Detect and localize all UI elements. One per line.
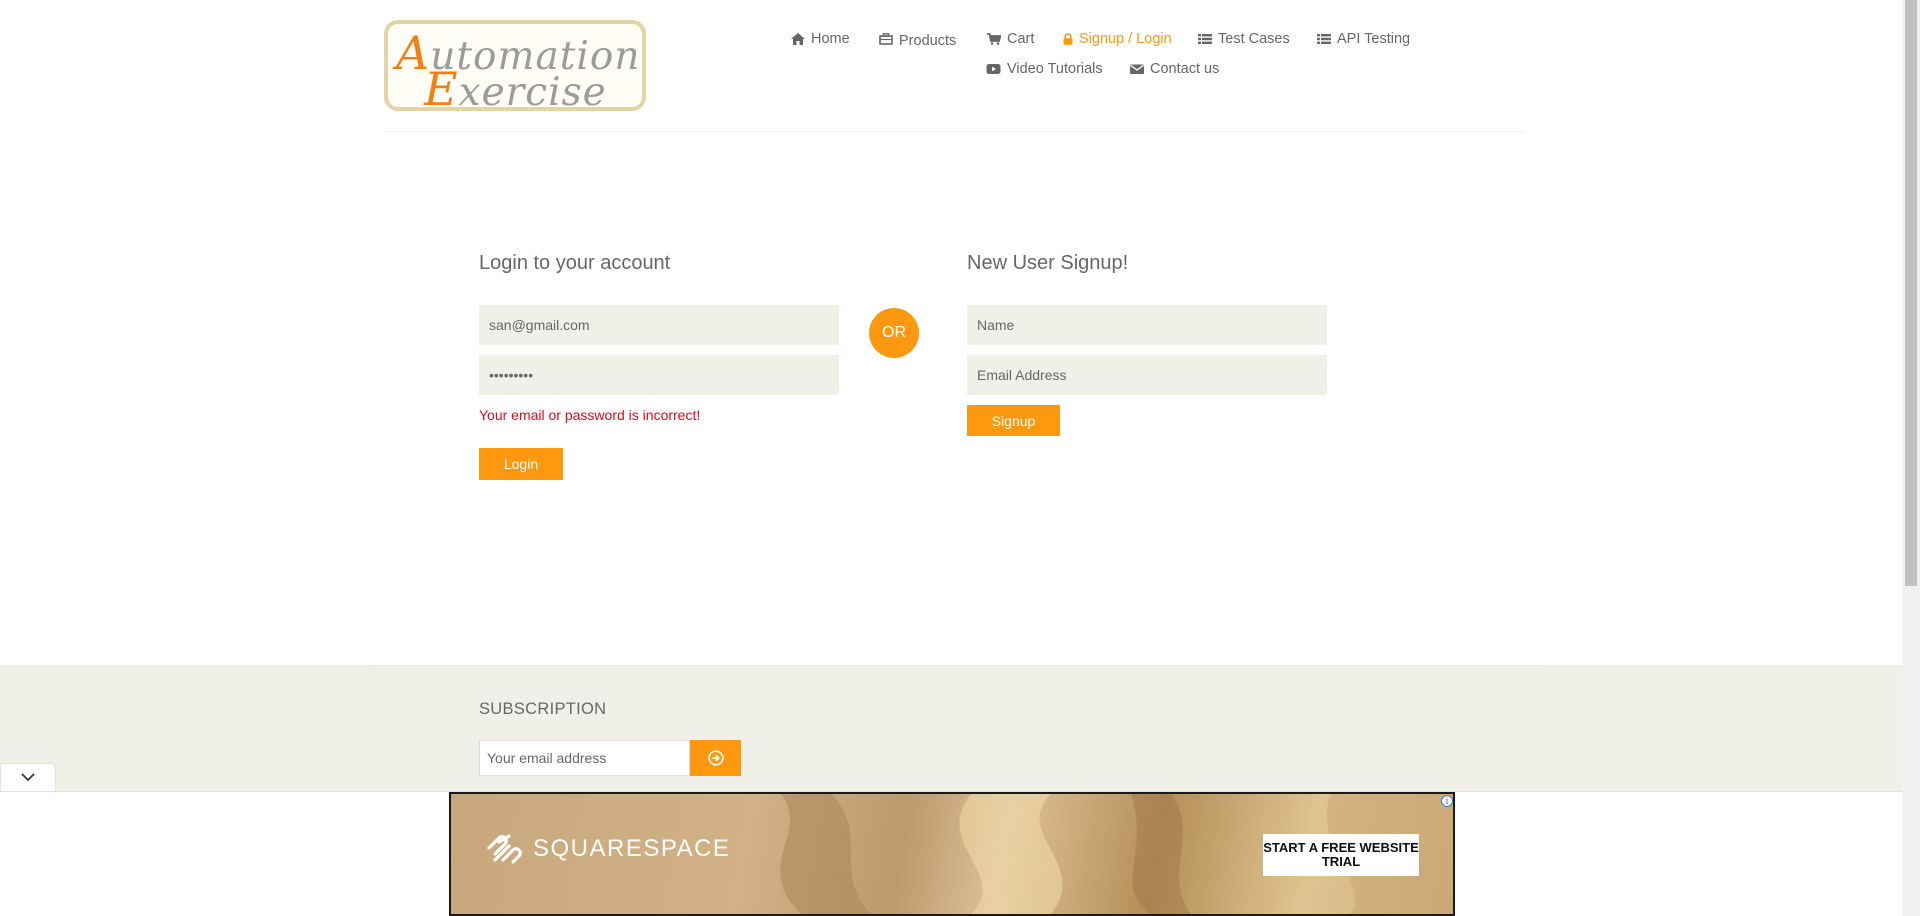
ad-cta-button[interactable]: START A FREE WEBSITE TRIAL [1263,834,1419,876]
nav-contact-us-label: Contact us [1150,61,1220,77]
home-icon [791,33,805,45]
products-icon [879,33,893,45]
nav-home[interactable]: Home [791,31,850,47]
list-icon [1198,34,1212,44]
ad-brand-name: SQUARESPACE [533,835,731,862]
ad-info-icon[interactable]: i [1441,795,1453,807]
signup-button[interactable]: Signup [967,405,1060,436]
subscription-email-field[interactable] [479,740,690,776]
envelope-icon [1130,64,1144,74]
nav-products-label: Products [899,33,957,49]
login-title: Login to your account [479,252,671,274]
login-button[interactable]: Login [479,448,563,480]
nav-api-testing-label: API Testing [1337,31,1411,47]
site-logo[interactable]: Automation Exercise [384,20,646,116]
lock-icon [1063,33,1073,45]
ad-collapse-button[interactable] [0,763,56,791]
ad-banner[interactable]: SQUARESPACE START A FREE WEBSITE TRIAL i [449,792,1455,916]
squarespace-logo-icon [487,834,522,864]
nav-test-cases-label: Test Cases [1218,31,1290,47]
signup-email-field[interactable] [967,355,1327,395]
nav-cart-label: Cart [1007,31,1035,47]
nav-test-cases[interactable]: Test Cases [1198,31,1290,47]
nav-cart[interactable]: Cart [987,31,1034,47]
ad-brand: SQUARESPACE [485,834,730,864]
arrow-circle-right-icon [707,750,724,766]
nav-home-label: Home [811,31,850,47]
nav-video-tutorials[interactable]: Video Tutorials [986,61,1103,77]
nav-contact-us[interactable]: Contact us [1130,61,1219,77]
signup-name-field[interactable] [967,305,1327,345]
subscribe-button[interactable] [690,740,741,776]
login-error-message: Your email or password is incorrect! [479,407,701,423]
or-divider: OR [869,308,919,358]
footer-divider [370,665,1538,666]
nav-video-tutorials-label: Video Tutorials [1007,61,1103,77]
chevron-down-icon [21,773,35,782]
logo-line-2: Exercise [424,62,607,116]
cart-icon [987,33,1001,45]
signup-title: New User Signup! [967,252,1129,274]
login-password-field[interactable] [479,355,839,395]
nav-products[interactable]: Products [879,31,957,49]
page-scrollbar-thumb[interactable] [1905,0,1917,586]
login-email-field[interactable] [479,305,839,345]
nav-signup-login[interactable]: Signup / Login [1063,31,1172,47]
nav-api-testing[interactable]: API Testing [1317,31,1410,47]
subscription-title: SUBSCRIPTION [479,700,607,718]
list-icon [1317,34,1331,44]
nav-signup-login-label: Signup / Login [1079,31,1172,47]
header-divider [384,131,1524,132]
youtube-icon [986,64,1001,74]
